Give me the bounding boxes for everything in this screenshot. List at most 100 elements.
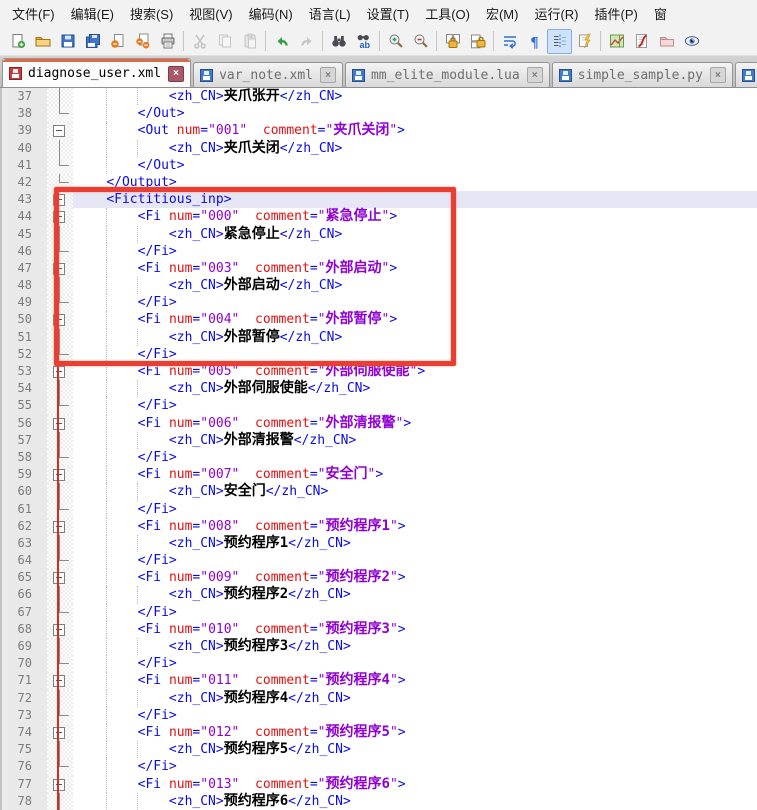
zoom-out-button[interactable] [408, 29, 433, 54]
tab-3[interactable]: simple_sample.py× [552, 62, 733, 87]
code-line-63[interactable]: 63 <zh_CN>预约程序1</zh_CN> [0, 535, 757, 552]
fold-margin[interactable] [47, 346, 73, 363]
find-button[interactable] [326, 29, 351, 54]
code-line-43[interactable]: 43 <Fictitious_inp> [0, 191, 757, 208]
paste-button[interactable] [237, 29, 262, 54]
code-line-41[interactable]: 41 </Out> [0, 157, 757, 174]
code-line-75[interactable]: 75 <zh_CN>预约程序5</zh_CN> [0, 741, 757, 758]
code-text[interactable]: <zh_CN>夹爪关闭</zh_CN> [73, 140, 757, 157]
fold-margin[interactable] [47, 415, 73, 432]
fold-collapse-icon[interactable] [53, 572, 65, 584]
open-folder-button[interactable] [30, 29, 55, 54]
menu-item-8[interactable]: 宏(M) [478, 0, 527, 27]
code-text[interactable]: <Fictitious_inp> [73, 191, 757, 208]
code-text[interactable]: </Fi> [73, 552, 757, 569]
code-text[interactable]: </Output> [73, 174, 757, 191]
code-line-58[interactable]: 58 </Fi> [0, 449, 757, 466]
fold-margin[interactable] [47, 88, 73, 105]
fold-margin[interactable] [47, 776, 73, 793]
editor-pane[interactable]: 37 <zh_CN>夹爪张开</zh_CN>38 </Out>39 <Out n… [0, 88, 757, 810]
fold-margin[interactable] [47, 552, 73, 569]
code-line-60[interactable]: 60 <zh_CN>安全门</zh_CN> [0, 483, 757, 500]
code-text[interactable]: <Fi num="011" comment="预约程序4"> [73, 672, 757, 689]
code-text[interactable]: <zh_CN>外部伺服使能</zh_CN> [73, 380, 757, 397]
code-text[interactable]: <zh_CN>夹爪张开</zh_CN> [73, 88, 757, 105]
print-button[interactable] [155, 29, 180, 54]
document-map-button[interactable] [604, 29, 629, 54]
code-text[interactable]: </Fi> [73, 397, 757, 414]
code-text[interactable]: <zh_CN>预约程序1</zh_CN> [73, 535, 757, 552]
code-line-46[interactable]: 46 </Fi> [0, 243, 757, 260]
fold-collapse-icon[interactable] [53, 418, 65, 430]
fold-margin[interactable] [47, 243, 73, 260]
code-line-54[interactable]: 54 <zh_CN>外部伺服使能</zh_CN> [0, 380, 757, 397]
tab-2[interactable]: mm_elite_module.lua× [345, 62, 550, 87]
code-text[interactable]: </Fi> [73, 758, 757, 775]
code-text[interactable]: <Fi num="007" comment="安全门"> [73, 466, 757, 483]
fold-margin[interactable] [47, 604, 73, 621]
code-text[interactable]: <Fi num="004" comment="外部暂停"> [73, 311, 757, 328]
fold-margin[interactable] [47, 260, 73, 277]
fold-margin[interactable] [47, 655, 73, 672]
code-line-59[interactable]: 59 <Fi num="007" comment="安全门"> [0, 466, 757, 483]
word-wrap-button[interactable] [497, 29, 522, 54]
tab-0[interactable]: diagnose_user.xml× [2, 58, 191, 88]
fold-margin[interactable] [47, 432, 73, 449]
menu-item-1[interactable]: 编辑(E) [63, 0, 122, 27]
sync-v-button[interactable] [440, 29, 465, 54]
fold-margin[interactable] [47, 707, 73, 724]
code-line-39[interactable]: 39 <Out num="001" comment="夹爪关闭"> [0, 122, 757, 139]
code-line-65[interactable]: 65 <Fi num="009" comment="预约程序2"> [0, 569, 757, 586]
redo-button[interactable] [294, 29, 319, 54]
tab-close-icon[interactable]: × [527, 67, 543, 83]
fold-collapse-icon[interactable] [53, 675, 65, 687]
code-line-61[interactable]: 61 </Fi> [0, 501, 757, 518]
code-line-49[interactable]: 49 </Fi> [0, 294, 757, 311]
undo-button[interactable] [269, 29, 294, 54]
tab-1[interactable]: var_note.xml× [193, 62, 343, 87]
code-text[interactable]: </Fi> [73, 707, 757, 724]
code-text[interactable]: <zh_CN>安全门</zh_CN> [73, 483, 757, 500]
fold-collapse-icon[interactable] [53, 366, 65, 378]
copy-button[interactable] [212, 29, 237, 54]
menu-item-9[interactable]: 运行(R) [526, 0, 586, 27]
menu-item-5[interactable]: 语言(L) [301, 0, 359, 27]
fold-collapse-icon[interactable] [53, 314, 65, 326]
code-text[interactable]: <Fi num="010" comment="预约程序3"> [73, 621, 757, 638]
code-line-44[interactable]: 44 <Fi num="000" comment="紧急停止"> [0, 208, 757, 225]
menu-item-6[interactable]: 设置(T) [359, 0, 418, 27]
fold-margin[interactable] [47, 483, 73, 500]
fold-margin[interactable] [47, 638, 73, 655]
fold-margin[interactable] [47, 466, 73, 483]
code-text[interactable]: <zh_CN>紧急停止</zh_CN> [73, 226, 757, 243]
code-text[interactable]: <Fi num="008" comment="预约程序1"> [73, 518, 757, 535]
fold-collapse-icon[interactable] [53, 779, 65, 791]
code-line-76[interactable]: 76 </Fi> [0, 758, 757, 775]
code-text[interactable]: </Fi> [73, 449, 757, 466]
shortcut-mapper-button[interactable] [572, 29, 597, 54]
code-text[interactable]: <zh_CN>外部清报警</zh_CN> [73, 432, 757, 449]
show-all-chars-button[interactable]: ¶ [522, 29, 547, 54]
code-line-66[interactable]: 66 <zh_CN>预约程序2</zh_CN> [0, 586, 757, 603]
code-text[interactable]: <zh_CN>外部启动</zh_CN> [73, 277, 757, 294]
tab-close-icon[interactable]: × [168, 66, 184, 82]
code-text[interactable]: <Fi num="009" comment="预约程序2"> [73, 569, 757, 586]
code-line-51[interactable]: 51 <zh_CN>外部暂停</zh_CN> [0, 329, 757, 346]
fold-margin[interactable] [47, 501, 73, 518]
code-text[interactable]: <zh_CN>外部暂停</zh_CN> [73, 329, 757, 346]
fold-margin[interactable] [47, 690, 73, 707]
monitor-eye-button[interactable] [679, 29, 704, 54]
fold-margin[interactable] [47, 535, 73, 552]
menu-item-7[interactable]: 工具(O) [417, 0, 478, 27]
fold-margin[interactable] [47, 380, 73, 397]
code-line-57[interactable]: 57 <zh_CN>外部清报警</zh_CN> [0, 432, 757, 449]
fold-margin[interactable] [47, 140, 73, 157]
code-text[interactable]: </Fi> [73, 501, 757, 518]
tab-close-icon[interactable]: × [320, 67, 336, 83]
fold-margin[interactable] [47, 226, 73, 243]
code-text[interactable]: <Fi num="012" comment="预约程序5"> [73, 724, 757, 741]
code-line-74[interactable]: 74 <Fi num="012" comment="预约程序5"> [0, 724, 757, 741]
fold-margin[interactable] [47, 793, 73, 810]
code-line-68[interactable]: 68 <Fi num="010" comment="预约程序3"> [0, 621, 757, 638]
code-line-52[interactable]: 52 </Fi> [0, 346, 757, 363]
